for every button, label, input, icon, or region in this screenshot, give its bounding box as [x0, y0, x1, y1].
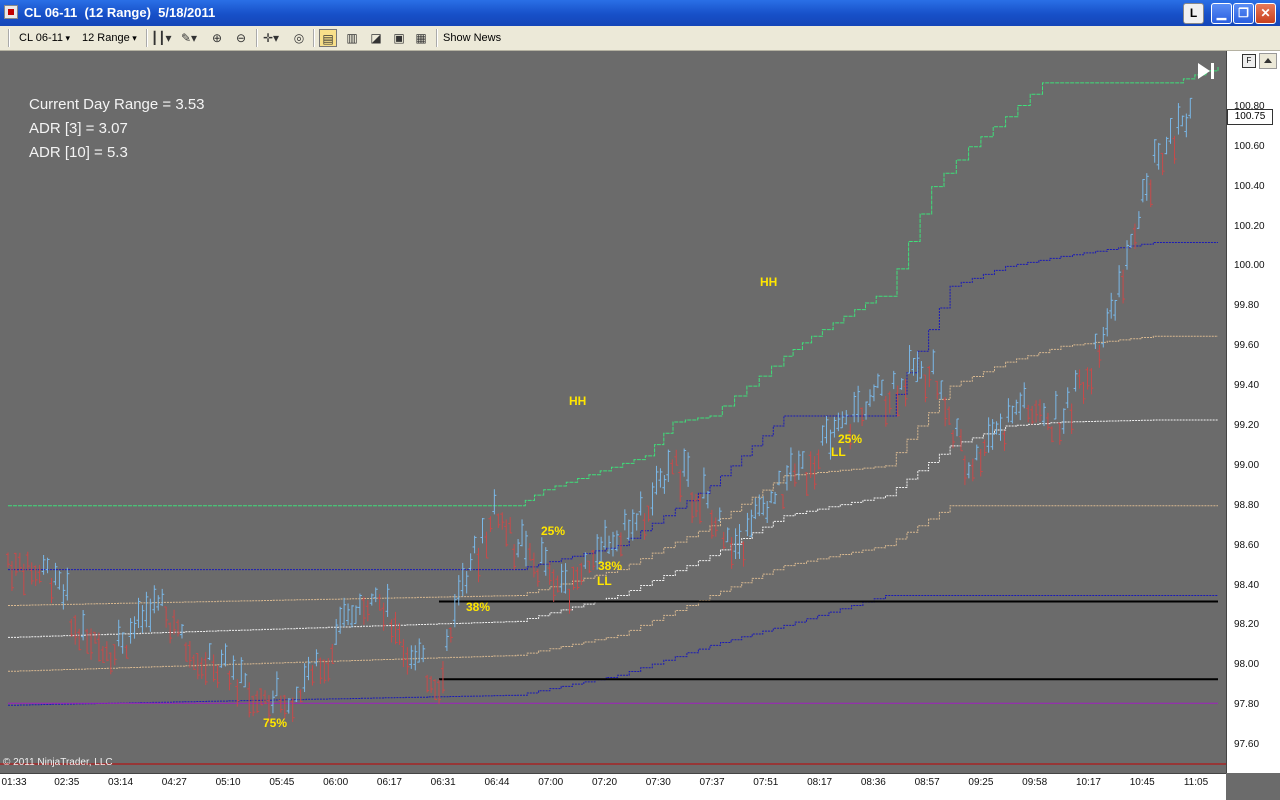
- toolbar-separator: [256, 29, 258, 47]
- price-tick-label: 98.60: [1234, 539, 1260, 551]
- time-tick-label: 10:17: [1075, 777, 1101, 788]
- price-tick-label: 97.60: [1234, 739, 1260, 751]
- indicators-icon[interactable]: ▥: [343, 29, 361, 47]
- price-axis-fix-button[interactable]: F: [1242, 54, 1256, 68]
- time-tick-label: 09:58: [1022, 777, 1048, 788]
- price-tick-label: 98.40: [1234, 579, 1260, 591]
- bar-type-icon[interactable]: ┃┃▾: [151, 29, 171, 47]
- time-tick-label: 07:51: [753, 777, 779, 788]
- toolbar-separator: [146, 29, 148, 47]
- price-tick-label: 99.80: [1234, 300, 1260, 312]
- time-tick-label: 07:30: [645, 777, 671, 788]
- templates-icon[interactable]: ▣: [390, 29, 408, 47]
- restore-icon: ❐: [1238, 6, 1249, 20]
- time-tick-label: 03:14: [108, 777, 134, 788]
- data-box-icon[interactable]: ▤: [319, 29, 337, 47]
- annotation-label: 25%: [838, 432, 863, 446]
- price-tick-label: 98.20: [1234, 619, 1260, 631]
- chart-plot-area[interactable]: [0, 51, 1226, 773]
- toolbar-grip: [8, 29, 10, 47]
- time-tick-label: 04:27: [161, 777, 187, 788]
- session-high-line: [8, 67, 1219, 507]
- price-tick-label: 98.80: [1234, 499, 1260, 511]
- mid-white-band: [8, 419, 1218, 638]
- properties-icon[interactable]: ▦: [412, 29, 430, 47]
- price-tick-label: 100.20: [1234, 220, 1265, 232]
- chart-toolbar: CL 06-11 12 Range ┃┃▾ ✎▾ ⊕ ⊖ ✛▾ ◎ ▤ ▥ ◪ …: [0, 26, 1280, 51]
- annotation-label: 38%: [598, 559, 623, 573]
- annotation-label: 25%: [541, 524, 566, 538]
- close-icon: ✕: [1260, 6, 1271, 20]
- app-icon: [4, 5, 18, 19]
- time-tick-label: 05:45: [269, 777, 295, 788]
- price-tick-label: 99.40: [1234, 380, 1260, 392]
- show-news-button[interactable]: Show News: [443, 30, 501, 46]
- strategies-icon[interactable]: ◪: [367, 29, 385, 47]
- time-tick-label: 06:44: [484, 777, 510, 788]
- time-tick-label: 08:17: [807, 777, 833, 788]
- time-tick-label: 07:00: [538, 777, 564, 788]
- price-tick-label: 100.60: [1234, 140, 1265, 152]
- drawing-tool-icon[interactable]: ✎▾: [180, 29, 198, 47]
- toolbar-separator: [313, 29, 315, 47]
- time-tick-label: 07:20: [591, 777, 618, 788]
- toolbar-separator: [436, 29, 438, 47]
- price-tick-label: 99.60: [1234, 340, 1260, 352]
- minimize-icon: ▁: [1216, 6, 1227, 20]
- time-tick-label: 09:25: [968, 777, 994, 788]
- time-tick-label: 06:31: [430, 777, 456, 788]
- zoom-in-icon[interactable]: ⊕: [208, 29, 226, 47]
- price-tick-label: 99.20: [1234, 419, 1260, 431]
- last-price-marker: 100.75: [1227, 109, 1273, 125]
- close-button[interactable]: ✕: [1255, 3, 1276, 24]
- time-tick-label: 11:05: [1183, 777, 1209, 788]
- price-tick-label: 99.00: [1234, 459, 1260, 471]
- period-selector[interactable]: 12 Range: [82, 30, 137, 46]
- time-tick-label: 06:17: [376, 777, 402, 788]
- time-tick-label: 02:35: [54, 777, 80, 788]
- annotation-label: LL: [597, 574, 612, 588]
- annotation-label: 75%: [263, 716, 288, 730]
- price-tick-label: 97.80: [1234, 699, 1260, 711]
- price-tick-label: 100.40: [1234, 180, 1265, 192]
- time-tick-label: 08:57: [914, 777, 940, 788]
- price-chart: [0, 67, 1226, 765]
- scroll-up-button[interactable]: [1259, 53, 1277, 69]
- annotation-label: 38%: [466, 600, 491, 614]
- zoom-out-icon[interactable]: ⊖: [232, 29, 250, 47]
- annotation-label: HH: [569, 394, 587, 408]
- title-bar: CL 06-11 (12 Range) 5/18/2011 L ▁ ❐ ✕: [0, 0, 1280, 26]
- annotation-label: HH: [760, 275, 778, 289]
- minimize-button[interactable]: ▁: [1211, 3, 1232, 24]
- price-tick-label: 100.00: [1234, 260, 1265, 272]
- adr-3: ADR [3] = 3.07: [29, 120, 128, 137]
- price-tick-label: 98.00: [1234, 659, 1260, 671]
- time-tick-label: 08:36: [860, 777, 886, 788]
- time-tick-label: 05:10: [215, 777, 241, 788]
- time-tick-label: 06:00: [323, 777, 349, 788]
- skip-to-end-icon[interactable]: [1196, 61, 1216, 81]
- window-title: CL 06-11 (12 Range) 5/18/2011: [24, 5, 216, 20]
- copyright: © 2011 NinjaTrader, LLC: [3, 757, 113, 768]
- maximize-button[interactable]: ❐: [1233, 3, 1254, 24]
- time-tick-label: 07:37: [699, 777, 725, 788]
- adr-10: ADR [10] = 5.3: [29, 144, 128, 161]
- time-tick-label: 01:33: [1, 777, 27, 788]
- time-tick-label: 10:45: [1129, 777, 1155, 788]
- magnifier-icon[interactable]: ◎: [290, 29, 308, 47]
- crosshair-icon[interactable]: ✛▾: [262, 29, 280, 47]
- current-day-range: Current Day Range = 3.53: [29, 96, 205, 113]
- instrument-selector[interactable]: CL 06-11: [19, 30, 70, 46]
- link-button[interactable]: L: [1183, 3, 1204, 24]
- annotation-label: LL: [831, 445, 846, 459]
